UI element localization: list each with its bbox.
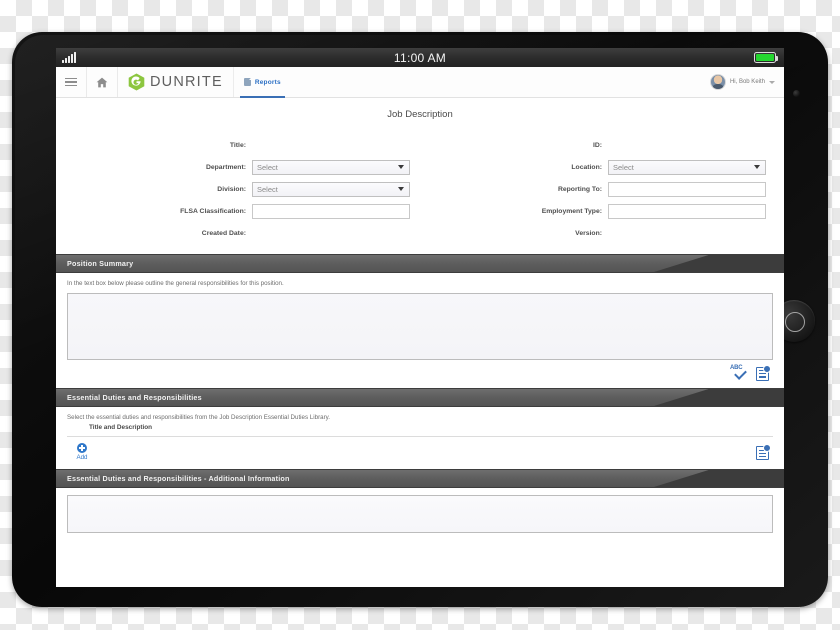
position-summary-hint: In the text box below please outline the…: [67, 280, 284, 287]
form-row: Location: Select: [420, 156, 776, 178]
tablet-screen: 11:00 AM DUNRITE Reports Hi, Bob Keith J…: [56, 48, 784, 587]
form-row: FLSA Classification:: [64, 200, 420, 222]
form-control: Select: [252, 181, 420, 197]
hamburger-menu-icon: [65, 77, 77, 87]
essential-duties-additional-body: [56, 488, 784, 541]
form-column-left: Title: Department: Select Division: Select FL…: [64, 134, 420, 244]
report-document-icon: [243, 77, 252, 86]
form-label: Employment Type:: [541, 207, 602, 215]
form-row: Department: Select: [64, 156, 420, 178]
tab-reports-label: Reports: [254, 78, 281, 86]
tablet-device-frame: 11:00 AM DUNRITE Reports Hi, Bob Keith J…: [12, 32, 828, 607]
home-icon: [96, 77, 108, 87]
header-wedge: [654, 255, 784, 272]
essential-duties-hint: Select the essential duties and responsi…: [67, 414, 330, 421]
header-wedge: [654, 389, 784, 406]
position-summary-body: In the text box below please outline the…: [56, 273, 784, 388]
chevron-down-icon: [397, 165, 404, 169]
select-location[interactable]: Select: [608, 159, 766, 175]
status-bar-time: 11:00 AM: [393, 50, 447, 65]
input-reportingto[interactable]: [608, 181, 766, 197]
notes-add-icon[interactable]: [756, 364, 771, 381]
essential-duties-additional-textarea[interactable]: [67, 495, 773, 533]
section-header-position-summary: Position Summary: [56, 254, 784, 273]
add-duty-label: Add: [76, 454, 88, 461]
job-description-page: Job Description Title: Department: Select D…: [56, 98, 784, 587]
form-column-right: ID: Location: Select Reporting To: Employmen…: [420, 134, 776, 244]
form-row: Employment Type:: [420, 200, 776, 222]
position-summary-textarea[interactable]: [67, 293, 773, 360]
form-label: FLSA Classification:: [180, 207, 246, 215]
select-value: Select: [257, 184, 278, 194]
form-control: Select: [608, 159, 776, 175]
section-header-essential-duties-additional: Essential Duties and Responsibilities - …: [56, 469, 784, 488]
form-label: Version:: [575, 229, 602, 237]
essential-duties-body: Select the essential duties and responsi…: [56, 407, 784, 469]
select-value: Select: [613, 162, 634, 172]
form-label: Location:: [571, 163, 602, 171]
form-control: [608, 181, 776, 197]
hamburger-menu-button[interactable]: [56, 67, 87, 97]
form-control: [608, 203, 776, 219]
header-wedge: [654, 470, 784, 487]
input-employmenttype[interactable]: [608, 203, 766, 219]
form-control: [252, 203, 420, 219]
notes-add-icon[interactable]: [756, 444, 771, 460]
select-division[interactable]: Select: [252, 181, 410, 197]
user-menu[interactable]: Hi, Bob Keith: [709, 67, 784, 97]
page-title: Job Description: [387, 109, 453, 120]
section-title: Position Summary: [67, 259, 134, 268]
form-label: Department:: [205, 163, 246, 171]
brand-name: DUNRITE: [150, 74, 223, 90]
job-description-form: Title: Department: Select Division: Select FL…: [56, 120, 784, 254]
spellcheck-abc-icon[interactable]: ABC: [730, 365, 747, 380]
section-header-essential-duties: Essential Duties and Responsibilities: [56, 388, 784, 407]
essential-duties-actions: Add: [67, 437, 773, 461]
add-duty-button[interactable]: Add: [69, 443, 95, 461]
form-row: Division: Select: [64, 178, 420, 200]
user-avatar: [709, 74, 726, 90]
select-value: Select: [257, 162, 278, 172]
battery-full-icon: [754, 52, 779, 63]
user-greeting: Hi, Bob Keith: [729, 79, 765, 85]
ios-status-bar: 11:00 AM: [56, 48, 784, 67]
form-row: Version:: [420, 222, 776, 244]
select-department[interactable]: Select: [252, 159, 410, 175]
form-label: Title:: [229, 141, 246, 149]
front-camera-icon: [793, 90, 800, 97]
chevron-down-icon: [769, 80, 775, 84]
app-navigation-bar: DUNRITE Reports Hi, Bob Keith: [56, 67, 784, 98]
form-row: Created Date:: [64, 222, 420, 244]
position-summary-toolbar: ABC: [67, 360, 773, 381]
input-flsaclassification[interactable]: [252, 203, 410, 219]
section-title: Essential Duties and Responsibilities: [67, 393, 202, 402]
chevron-down-icon: [753, 165, 760, 169]
home-nav-button[interactable]: [87, 67, 118, 97]
form-row: ID:: [420, 134, 776, 156]
form-row: Title:: [64, 134, 420, 156]
form-label: Division:: [217, 185, 246, 193]
essential-duties-column-header: Title and Description: [89, 424, 153, 431]
form-row: Reporting To:: [420, 178, 776, 200]
form-label: ID:: [592, 141, 602, 149]
form-label: Created Date:: [201, 229, 246, 237]
section-title: Essential Duties and Responsibilities - …: [67, 474, 290, 483]
plus-circle-icon: [77, 443, 87, 453]
form-control: Select: [252, 159, 420, 175]
chevron-down-icon: [397, 187, 404, 191]
brand-logo[interactable]: DUNRITE: [118, 67, 234, 97]
dunrite-hex-logo-icon: [128, 73, 145, 91]
tab-reports[interactable]: Reports: [234, 67, 291, 98]
form-label: Reporting To:: [557, 185, 602, 193]
